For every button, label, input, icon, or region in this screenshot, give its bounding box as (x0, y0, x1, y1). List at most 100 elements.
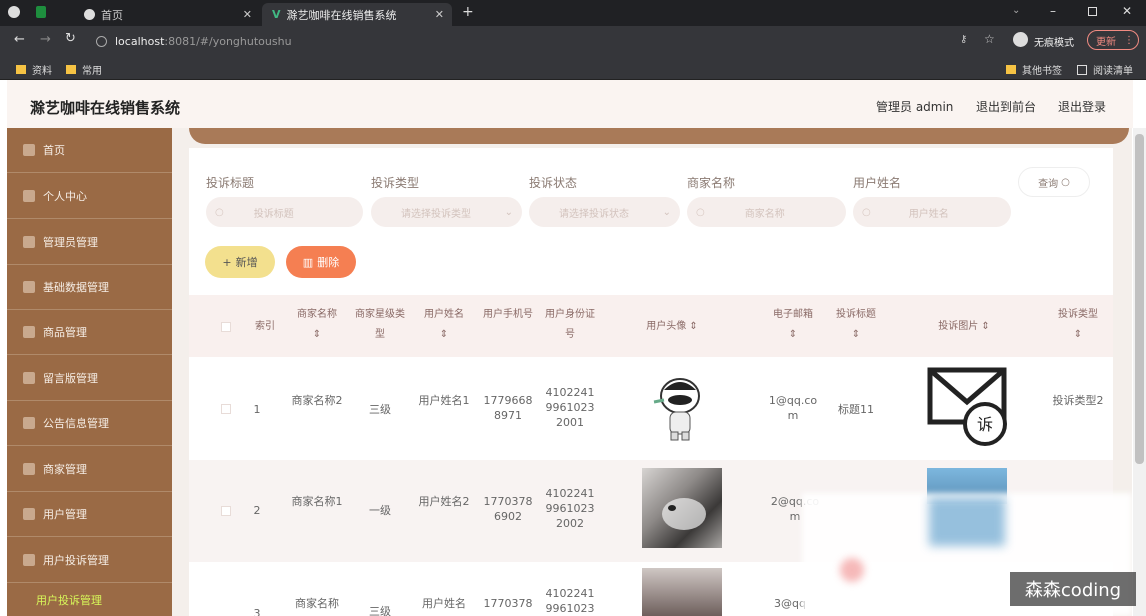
sidebar-item-admins[interactable]: 管理员管理 (7, 220, 172, 265)
row-shop: 商家名称1 (291, 495, 343, 508)
sort-icon[interactable]: ⇕ (313, 329, 321, 340)
other-bookmarks[interactable]: 其他书签 (1006, 62, 1062, 77)
close-icon[interactable]: ✕ (243, 8, 252, 21)
new-tab-icon[interactable]: + (462, 4, 474, 20)
column-header-email[interactable]: 电子邮箱 ⇕ (765, 305, 821, 345)
column-header-level[interactable]: 商家星级类型 (354, 305, 406, 345)
column-header-avatar[interactable]: 用户头像 ⇕ (622, 317, 722, 337)
sidebar-subitem-complaints[interactable]: 用户投诉管理 (7, 584, 172, 616)
watermark-text: 森森coding (1024, 580, 1122, 601)
user-name-input[interactable]: ○ 用户姓名 (853, 197, 1011, 227)
filter-label-shop: 商家名称 (687, 176, 736, 190)
sidebar-item-complaints[interactable]: 用户投诉管理 (7, 538, 172, 583)
product-icon (23, 326, 35, 338)
sort-icon[interactable]: ⇕ (689, 321, 697, 332)
scrollbar[interactable] (1133, 128, 1146, 616)
row-checkbox[interactable] (221, 404, 231, 414)
sort-icon[interactable]: ⇕ (981, 321, 989, 332)
shop-name-input[interactable]: ○ 商家名称 (687, 197, 846, 227)
update-button[interactable]: 更新 ⋮ (1087, 30, 1139, 50)
avatar (642, 568, 722, 616)
delete-button[interactable]: ▥ 删除 (286, 246, 356, 278)
row-idcard: 41022419961023 (545, 587, 595, 615)
top-band (189, 128, 1129, 144)
tab-home[interactable]: 首页 ✕ (70, 3, 260, 26)
avatar (642, 468, 722, 548)
sidebar-item-label: 个人中心 (43, 190, 87, 203)
reload-icon[interactable]: ↻ (65, 31, 76, 46)
chrome-icon[interactable] (8, 6, 20, 18)
dog-photo-icon (662, 498, 706, 530)
sheets-icon[interactable] (36, 6, 46, 18)
bookmark-folder[interactable]: 资料 (16, 62, 52, 77)
sidebar-item-label: 公告信息管理 (43, 417, 109, 430)
logout-link[interactable]: 退出登录 (1058, 98, 1106, 115)
sidebar-item-users[interactable]: 用户管理 (7, 492, 172, 537)
complaint-status-select[interactable]: 请选择投诉状态 ⌄ (529, 197, 680, 227)
column-header-phone[interactable]: 用户手机号 (482, 305, 534, 325)
tab-title: 滁艺咖啡在线销售系统 (286, 8, 397, 22)
sidebar-item-profile[interactable]: 个人中心 (7, 174, 172, 219)
forward-icon[interactable]: → (40, 32, 51, 47)
sidebar-item-label: 基础数据管理 (43, 281, 109, 294)
sidebar-item-home[interactable]: 首页 (7, 128, 172, 173)
info-icon[interactable] (96, 35, 107, 47)
column-header-title[interactable]: 投诉标题 ⇕ (829, 305, 883, 345)
header-label: 电子邮箱 (773, 309, 813, 320)
title-search-input[interactable]: ○ 投诉标题 (206, 197, 363, 227)
row-checkbox[interactable] (221, 506, 231, 516)
complaint-icon (23, 554, 35, 566)
sidebar-item-basic-data[interactable]: 基础数据管理 (7, 265, 172, 310)
reading-list[interactable]: 阅读清单 (1077, 62, 1133, 77)
sidebar-item-label: 留言版管理 (43, 372, 98, 385)
sidebar-item-notices[interactable]: 公告信息管理 (7, 401, 172, 446)
star-icon[interactable]: ☆ (984, 32, 995, 46)
row-idcard: 410224199610232001 (545, 386, 595, 429)
column-header-user[interactable]: 用户姓名 ⇕ (418, 305, 470, 345)
header-label: 投诉图片 (938, 321, 979, 332)
scrollbar-thumb[interactable] (1135, 134, 1144, 464)
column-header-type[interactable]: 投诉类型 ⇕ (1048, 305, 1108, 345)
sort-icon[interactable]: ⇕ (440, 329, 448, 340)
select-all-checkbox[interactable] (221, 322, 231, 332)
sidebar-item-merchants[interactable]: 商家管理 (7, 447, 172, 492)
column-header-image[interactable]: 投诉图片 ⇕ (912, 317, 1016, 337)
sort-icon[interactable]: ⇕ (789, 329, 797, 340)
row-user: 用户姓名2 (418, 495, 470, 508)
url-path: :8081/#/yonghutoushu (164, 34, 292, 48)
bookmark-folder[interactable]: 常用 (66, 62, 102, 77)
maximize-icon[interactable] (1088, 7, 1097, 16)
minimize-icon[interactable]: – (1050, 4, 1056, 18)
complaint-type-select[interactable]: 请选择投诉类型 ⌄ (371, 197, 522, 227)
header-label: 投诉类型 (1058, 309, 1098, 320)
cartoon-avatar-icon (653, 378, 700, 441)
chevron-down-icon: ⌄ (504, 206, 513, 218)
back-to-front-link[interactable]: 退出到前台 (976, 98, 1036, 115)
sort-icon[interactable]: ⇕ (1074, 329, 1082, 340)
close-window-icon[interactable]: ✕ (1122, 4, 1132, 18)
sidebar-item-messages[interactable]: 留言版管理 (7, 356, 172, 401)
browser-tab-bar: 首页 ✕ V 滁艺咖啡在线销售系统 ✕ + ⌄ – ✕ (0, 0, 1146, 26)
row-index: 2 (253, 504, 261, 517)
select-placeholder: 请选择投诉类型 (401, 208, 471, 220)
add-button[interactable]: + 新增 (205, 246, 275, 278)
url-field[interactable]: localhost:8081/#/yonghutoushu (92, 30, 1092, 52)
tab-app[interactable]: V 滁艺咖啡在线销售系统 ✕ (262, 3, 452, 26)
incognito-icon[interactable] (1013, 32, 1028, 47)
header-label: 用户头像 (646, 321, 687, 332)
column-header-shop[interactable]: 商家名称 ⇕ (290, 305, 344, 345)
query-button[interactable]: 查询 ○ (1018, 167, 1090, 197)
back-icon[interactable]: ← (14, 32, 25, 47)
chrome-icon (84, 9, 95, 20)
sidebar-item-products[interactable]: 商品管理 (7, 310, 172, 355)
search-icon: ○ (215, 206, 224, 218)
more-icon[interactable]: ⋮ (1124, 35, 1134, 46)
close-icon[interactable]: ✕ (435, 8, 444, 21)
row-level: 三级 (369, 403, 391, 416)
column-header-idcard[interactable]: 用户身份证号 (544, 305, 596, 345)
sort-icon[interactable]: ⇕ (852, 329, 860, 340)
chevron-down-icon[interactable]: ⌄ (1012, 5, 1020, 16)
update-label: 更新 (1096, 36, 1116, 48)
search-icon: ○ (862, 206, 871, 218)
key-icon[interactable]: ⚷ (960, 34, 967, 45)
